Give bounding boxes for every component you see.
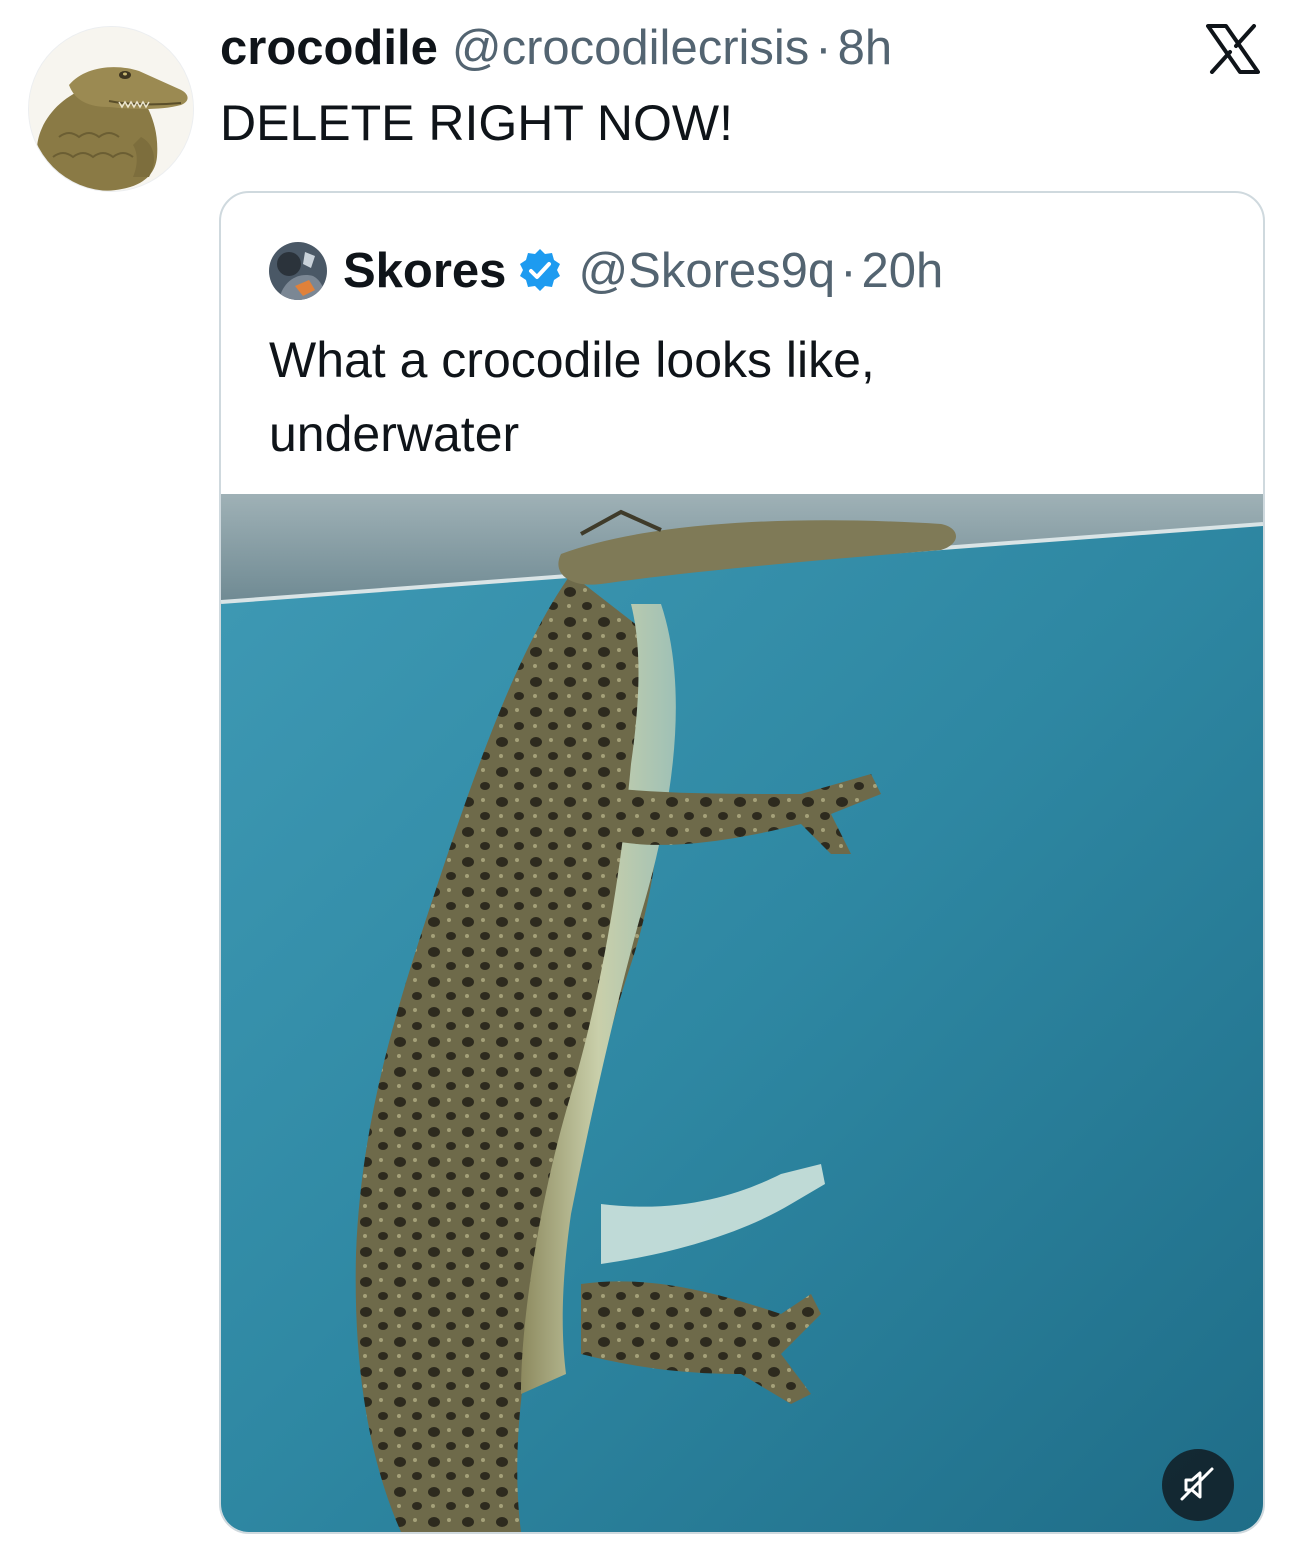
quoted-tweet-timestamp[interactable]: 20h <box>862 243 944 299</box>
verified-badge-icon <box>520 249 561 291</box>
author-handle[interactable]: @crocodilecrisis <box>452 20 809 76</box>
quoted-author-avatar[interactable] <box>269 242 327 300</box>
separator-dot: · <box>815 21 832 75</box>
quoted-tweet-text: What a crocodile looks like, underwater <box>269 332 875 462</box>
quoted-author-handle[interactable]: @Skores9q <box>578 243 835 299</box>
x-logo-icon[interactable] <box>1206 24 1260 74</box>
quoted-separator-dot: · <box>840 244 857 298</box>
quoted-tweet-video[interactable] <box>221 494 1263 1532</box>
quoted-tweet-card[interactable]: Skores @Skores9q · 20h What a crocodile … <box>219 191 1265 1534</box>
tweet: crocodile @crocodilecrisis · 8h DELETE R… <box>0 0 1290 1565</box>
quoted-author-name[interactable]: Skores <box>343 243 506 299</box>
crocodile-avatar-image <box>29 27 193 191</box>
skores-avatar-image <box>269 242 327 300</box>
author-avatar[interactable] <box>28 26 194 192</box>
tweet-timestamp[interactable]: 8h <box>838 20 893 76</box>
mute-toggle-button[interactable] <box>1162 1449 1234 1521</box>
quoted-tweet-header: Skores @Skores9q · 20h <box>269 239 943 303</box>
author-name[interactable]: crocodile <box>220 20 438 76</box>
underwater-crocodile-video-frame <box>221 494 1263 1532</box>
tweet-text: DELETE RIGHT NOW! <box>220 95 734 151</box>
tweet-header: crocodile @crocodilecrisis · 8h <box>220 18 892 78</box>
muted-speaker-icon <box>1180 1467 1214 1501</box>
